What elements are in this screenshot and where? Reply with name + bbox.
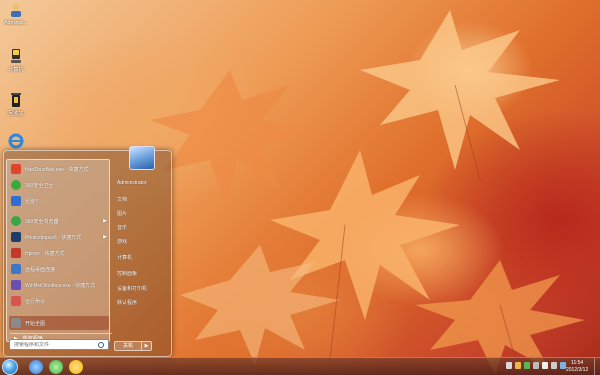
start-item-label: Photoshopcs6 - 快捷方式 <box>25 234 82 241</box>
start-item-label: HaoZhuoBao.exe - 快捷方式 <box>25 166 89 173</box>
start-item-remote-desktop[interactable]: 远程桌面连接 <box>9 262 109 276</box>
internet-explorer-icon <box>8 133 24 149</box>
shutdown-button[interactable]: 关机 <box>114 341 142 351</box>
start-item-label: 360安全卫士 <box>25 182 54 189</box>
right-item-music[interactable]: 音乐 <box>114 221 168 233</box>
desktop-icon-computer[interactable]: 计算机 <box>1 48 31 73</box>
remote-desktop-icon <box>11 264 21 274</box>
search-input[interactable] <box>14 341 96 348</box>
start-item-label: 360安全浏览器 <box>25 218 59 225</box>
run-icon <box>11 296 21 306</box>
submenu-arrow-icon: ▶ <box>103 218 107 224</box>
start-item-label: Hprsnr - 快捷方式 <box>25 250 65 257</box>
desktop-icon-label: 计算机 <box>8 67 24 73</box>
taskbar: 11:54 2012/3/12 <box>0 357 600 375</box>
right-item-administrator[interactable]: Administrator <box>114 177 168 189</box>
desktop-icon-label: 回收站 <box>8 111 24 117</box>
start-item-360-browser[interactable]: 360安全浏览器 ▶ <box>9 214 109 228</box>
start-item-thunder[interactable]: 迅雷7 <box>9 194 109 208</box>
start-menu: HaoZhuoBao.exe - 快捷方式 360安全卫士 迅雷7 360安全浏… <box>3 146 172 357</box>
start-item-toolbox[interactable]: WinHeiOtoolbox.exe - 快捷方式 <box>9 278 109 292</box>
taskbar-internet-explorer-icon[interactable] <box>29 360 43 374</box>
recycle-bin-icon <box>8 92 24 108</box>
start-item-hprsnr[interactable]: Hprsnr - 快捷方式 <box>9 246 109 260</box>
clock-date: 2012/3/12 <box>566 367 589 373</box>
tray-volume-icon[interactable] <box>542 362 548 369</box>
computer-icon <box>8 48 24 64</box>
taskbar-360-browser-icon[interactable] <box>49 360 63 374</box>
360-browser-icon <box>11 216 21 226</box>
desktop-icon-administrator[interactable]: Administ... <box>1 2 31 26</box>
right-item-control-panel[interactable]: 控制面板 <box>114 267 168 279</box>
taskbar-chrome-icon[interactable] <box>69 360 83 374</box>
start-item-run[interactable]: 运行命令 <box>9 294 109 308</box>
desktop-icon-label: Administ... <box>4 20 28 26</box>
start-item-label: 运行命令 <box>25 298 46 305</box>
submenu-arrow-icon: ▶ <box>103 234 107 240</box>
right-item-games[interactable]: 游戏 <box>114 235 168 247</box>
tray-360-icon[interactable] <box>524 362 530 369</box>
360-safe-icon <box>11 180 21 190</box>
show-desktop-button[interactable] <box>594 358 600 375</box>
start-item-label: 远程桌面连接 <box>25 266 56 273</box>
user-picture-icon[interactable] <box>129 146 155 170</box>
haozhuobao-icon <box>11 164 21 174</box>
system-tray <box>506 362 566 369</box>
right-item-computer[interactable]: 计算机 <box>114 251 168 263</box>
photoshop-icon <box>11 232 21 242</box>
tray-action-center-icon[interactable] <box>551 362 557 369</box>
tray-network-icon[interactable] <box>533 362 539 369</box>
start-item-label: WinHeiOtoolbox.exe - 快捷方式 <box>25 282 96 289</box>
shutdown-options-button[interactable]: ▶ <box>142 341 152 351</box>
start-button[interactable] <box>2 359 18 375</box>
tray-flag-icon[interactable] <box>506 362 512 369</box>
taskbar-clock[interactable]: 11:54 2012/3/12 <box>566 360 588 374</box>
right-item-documents[interactable]: 文档 <box>114 193 168 205</box>
clock-time: 11:54 <box>571 360 584 366</box>
desktop-icon-recycle-bin[interactable]: 回收站 <box>1 92 31 117</box>
start-item-haozhuobao[interactable]: HaoZhuoBao.exe - 快捷方式 <box>9 162 109 176</box>
tray-app-icon[interactable] <box>515 362 521 369</box>
hprsnr-icon <box>11 248 21 258</box>
toolbox-icon <box>11 280 21 290</box>
start-item-360-safe[interactable]: 360安全卫士 <box>9 178 109 192</box>
start-item-label: 迅雷7 <box>25 198 38 205</box>
right-item-default-programs[interactable]: 默认程序 <box>114 296 168 308</box>
start-menu-programs-pane: HaoZhuoBao.exe - 快捷方式 360安全卫士 迅雷7 360安全浏… <box>6 159 112 342</box>
start-icon <box>11 318 21 328</box>
start-search-box[interactable] <box>9 339 109 350</box>
desktop-icon-internet-explorer[interactable] <box>1 133 31 151</box>
start-item-photoshop[interactable]: Photoshopcs6 - 快捷方式 ▶ <box>9 230 109 244</box>
start-item-label: 开始全图 <box>25 320 46 327</box>
right-item-devices-printers[interactable]: 设备和打印机 <box>114 282 168 294</box>
start-item-start-full[interactable]: 开始全图 <box>9 316 109 330</box>
search-icon <box>98 341 104 348</box>
user-folder-icon <box>8 2 24 18</box>
right-item-pictures[interactable]: 图片 <box>114 207 168 219</box>
thunder-icon <box>11 196 21 206</box>
